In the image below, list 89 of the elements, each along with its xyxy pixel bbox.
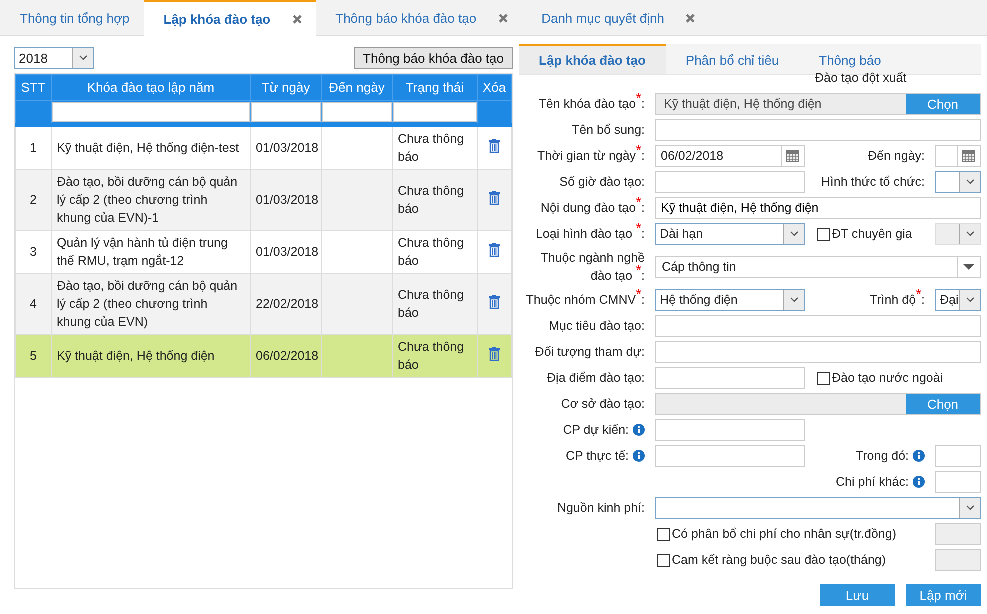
filter-field[interactable] xyxy=(322,102,392,122)
year-dropdown[interactable]: 2018 xyxy=(14,47,94,69)
text-field[interactable] xyxy=(655,367,805,389)
field-label: Mục tiêu đào tạo: xyxy=(549,318,645,335)
checkbox-label: ĐT chuyên gia xyxy=(832,227,912,241)
text-field[interactable] xyxy=(935,471,981,493)
calendar-icon[interactable] xyxy=(962,149,976,163)
text-field[interactable] xyxy=(655,119,981,141)
filter-field[interactable] xyxy=(251,102,321,122)
chevron-down-icon xyxy=(966,179,974,185)
chevron-down-icon xyxy=(78,55,88,61)
table-row[interactable]: 5 Kỹ thuật điện, Hệ thống điện 06/02/2018 Chưa thông báo xyxy=(16,334,512,378)
triangle-down-icon xyxy=(963,264,975,270)
chevron-down-icon xyxy=(790,231,798,237)
checkbox[interactable] xyxy=(817,372,830,384)
table-row[interactable]: 4 Đào tạo, bồi dưỡng cán bộ quản lý cấp 2 (theo chương trình khung của EVN) 22/02/2018 Chưa thông báo xyxy=(16,274,512,334)
trash-icon[interactable] xyxy=(489,294,500,308)
option-label: Đào tạo đột xuất xyxy=(815,71,907,87)
text-field[interactable] xyxy=(655,171,805,193)
checkbox-label: Có phân bổ chi phí cho nhân sự(tr.đồng) xyxy=(672,527,896,541)
trash-icon[interactable] xyxy=(489,138,500,152)
field-label: Cơ sở đào tạo: xyxy=(561,396,645,413)
field-label: Đối tượng tham dự: xyxy=(535,344,645,361)
table-cell: 4 xyxy=(16,274,52,334)
table-cell: Kỹ thuật điện, Hệ thống điện xyxy=(52,334,250,378)
close-icon[interactable] xyxy=(292,14,302,24)
checkbox-label: Cam kết ràng buộc sau đào tạo(tháng) xyxy=(672,553,886,567)
text-field[interactable] xyxy=(655,419,805,441)
column-header: Khóa đào tạo lập năm xyxy=(52,74,250,100)
dropdown[interactable] xyxy=(935,171,981,193)
notify-button[interactable]: Thông báo khóa đào tạo xyxy=(354,47,513,69)
trash-icon[interactable] xyxy=(489,242,500,256)
field-label: Số giờ đào tạo: xyxy=(560,174,645,191)
field-label: CP dự kiến: xyxy=(563,422,629,439)
field-label: Đến ngày: xyxy=(868,149,925,163)
checkbox[interactable] xyxy=(657,528,670,540)
chevron-down-icon xyxy=(790,297,798,303)
table-row[interactable]: 2 Đào tạo, bồi dưỡng cán bộ quản lý cấp 2 (theo chương trình khung của EVN)-1 01/03/2018 Chưa thông báo xyxy=(16,170,512,230)
close-icon[interactable] xyxy=(498,14,508,23)
trash-icon[interactable] xyxy=(489,346,500,360)
field-label: Hình thức tổ chức: xyxy=(821,175,925,189)
column-header: Từ ngày xyxy=(250,74,322,100)
checkbox-label: Đào tạo nước ngoài xyxy=(832,371,944,385)
tab[interactable]: Thông báo khóa đào tạo xyxy=(316,0,522,35)
filter-field[interactable] xyxy=(393,102,477,122)
table-cell: 5 xyxy=(16,334,52,378)
close-icon[interactable] xyxy=(686,14,696,23)
text-field[interactable] xyxy=(935,445,981,467)
field-label: Nguồn kinh phí: xyxy=(557,500,645,517)
checkbox[interactable] xyxy=(657,554,670,566)
dropdown[interactable] xyxy=(655,497,981,519)
checkbox[interactable] xyxy=(817,228,830,240)
chevron-down-icon xyxy=(966,505,974,511)
table-cell: Chưa thông báo xyxy=(392,170,478,230)
field-label: Trong đó: xyxy=(856,449,909,463)
date-field[interactable]: 06/02/2018 xyxy=(655,145,805,167)
text-field[interactable] xyxy=(655,341,981,363)
chevron-down-icon xyxy=(966,231,974,237)
table-cell: 06/02/2018 xyxy=(250,334,322,378)
trash-icon[interactable] xyxy=(489,190,500,204)
tab[interactable]: Phân bổ chỉ tiêu xyxy=(666,44,800,74)
tab[interactable]: Lập khóa đào tạo xyxy=(144,0,316,36)
field-label: CP thực tế: xyxy=(566,448,629,465)
text-field[interactable] xyxy=(655,315,981,337)
column-header: Đến ngày xyxy=(322,74,392,100)
text-field[interactable] xyxy=(655,445,805,467)
column-header: Trạng thái xyxy=(392,74,478,100)
column-header: STT xyxy=(16,74,52,100)
tab[interactable]: Thông tin tổng hợp xyxy=(0,0,144,35)
combo-box[interactable]: Cáp thông tin xyxy=(655,256,981,278)
calendar-icon[interactable] xyxy=(786,149,800,163)
table-cell: 01/03/2018 xyxy=(250,170,322,230)
tab[interactable]: Lập khóa đào tạo xyxy=(519,44,666,74)
field-label: Tên bổ sung: xyxy=(572,122,645,139)
dropdown[interactable]: Đại xyxy=(935,289,981,311)
column-header: Xóa xyxy=(478,74,512,100)
text-field[interactable]: Kỹ thuật điện, Hệ thống điện xyxy=(655,197,981,219)
tab[interactable]: Thông báo xyxy=(799,44,902,74)
dropdown[interactable]: Hệ thống điện xyxy=(655,289,805,311)
filter-field[interactable] xyxy=(52,102,250,122)
field-label: Địa điểm đào tạo: xyxy=(547,370,645,387)
tab[interactable]: Danh mục quyết định xyxy=(522,0,710,35)
table-cell: 2 xyxy=(16,170,52,230)
date-field[interactable] xyxy=(935,145,981,167)
chevron-down-icon xyxy=(966,297,974,303)
table-cell: Chưa thông báo xyxy=(392,334,478,378)
dropdown[interactable]: Dài hạn xyxy=(655,223,805,245)
field-label: Chi phí khác: xyxy=(836,475,909,489)
table-cell: Đào tạo, bồi dưỡng cán bộ quản lý cấp 2 (theo chương trình khung của EVN)-1 xyxy=(52,170,250,230)
